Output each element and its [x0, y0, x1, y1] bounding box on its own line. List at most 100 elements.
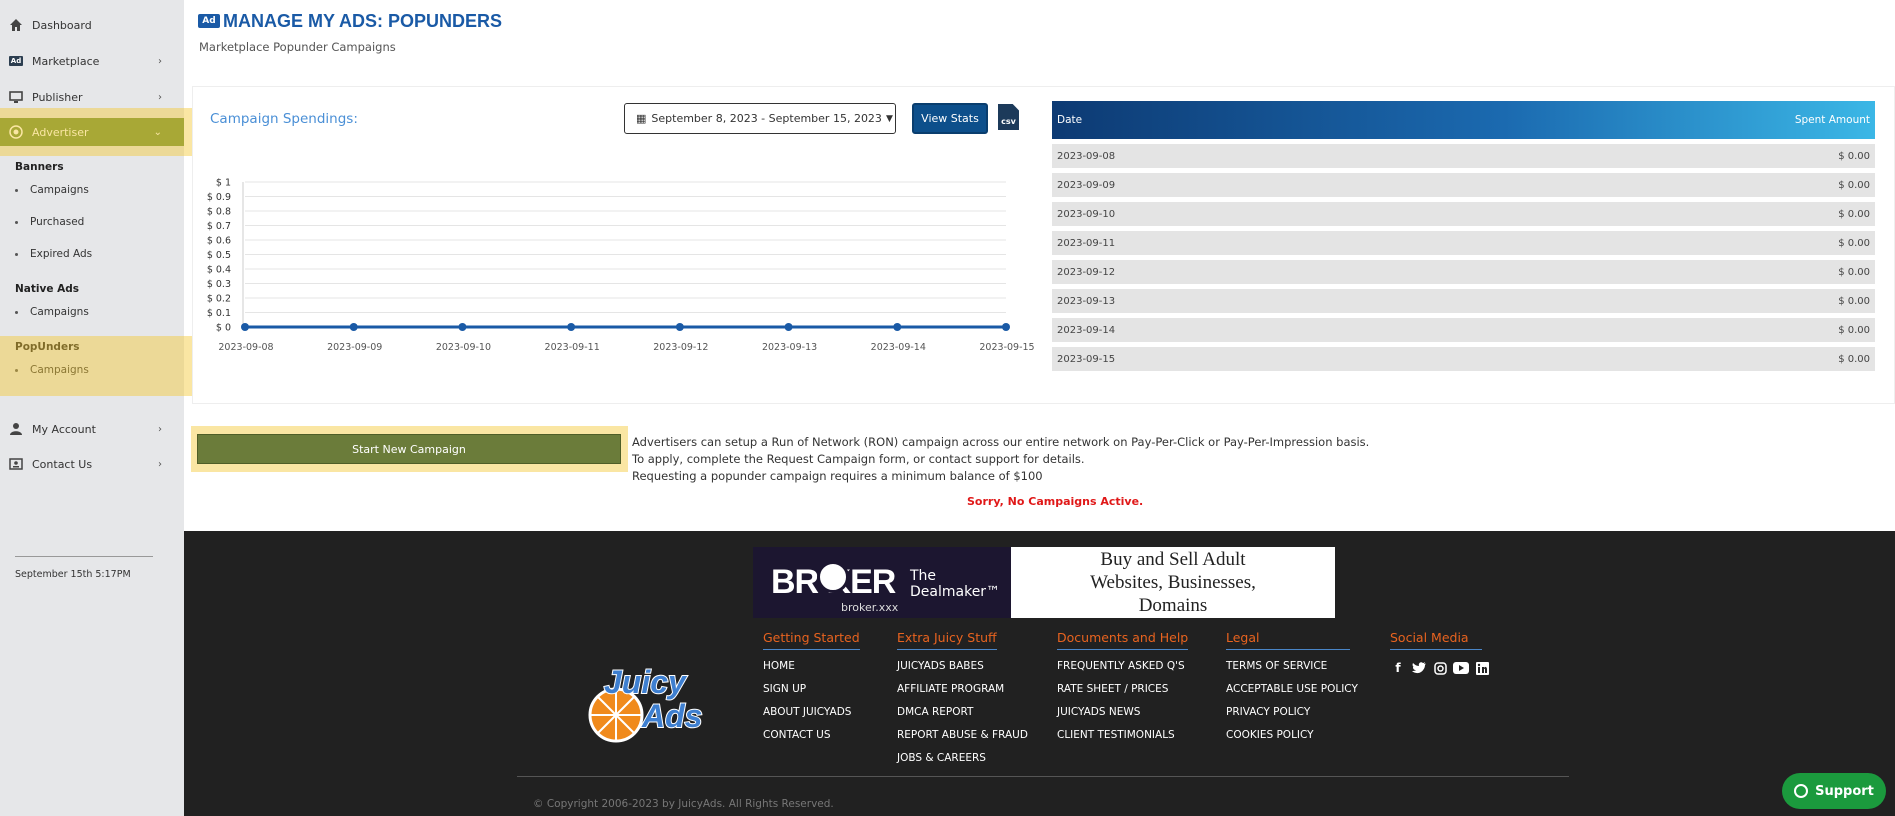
- footer-link[interactable]: JUICYADS NEWS: [1057, 705, 1188, 728]
- nav-label: Marketplace: [32, 54, 100, 68]
- date-range-picker[interactable]: ▦ September 8, 2023 - September 15, 2023…: [624, 103, 896, 134]
- footer-link[interactable]: JOBS & CAREERS: [897, 751, 1028, 774]
- social-links: f: [1390, 660, 1490, 676]
- sub-banners-campaigns[interactable]: Campaigns: [15, 184, 89, 196]
- svg-text:Ads: Ads: [641, 698, 702, 734]
- y-tick-label: $ 0.5: [207, 250, 231, 261]
- y-tick-label: $ 0.9: [207, 192, 231, 203]
- row-date: 2023-09-11: [1057, 237, 1116, 249]
- sub-native-campaigns[interactable]: Campaigns: [15, 306, 89, 318]
- row-amount: $ 0.00: [1838, 179, 1870, 191]
- nav-marketplace[interactable]: Ad Marketplace ›: [0, 47, 184, 75]
- x-tick-label: 2023-09-10: [436, 342, 491, 353]
- footer-link[interactable]: HOME: [763, 659, 860, 682]
- table-row: 2023-09-12 $ 0.00: [1052, 260, 1875, 284]
- footer-link[interactable]: JUICYADS BABES: [897, 659, 1028, 682]
- bullet-icon: [15, 252, 18, 256]
- data-point: [893, 323, 902, 331]
- footer-link[interactable]: SIGN UP: [763, 682, 860, 705]
- section-banners: Banners: [15, 161, 64, 173]
- footer-col-title: Legal: [1226, 630, 1350, 650]
- row-date: 2023-09-10: [1057, 208, 1116, 220]
- home-icon: [8, 17, 24, 33]
- view-stats-button[interactable]: View Stats: [912, 103, 988, 134]
- table-row: 2023-09-14 $ 0.00: [1052, 318, 1875, 342]
- footer-col-docs-help: Documents and Help FREQUENTLY ASKED Q'S …: [1057, 627, 1189, 751]
- y-tick-label: $ 0.7: [207, 221, 231, 232]
- footer-link[interactable]: AFFILIATE PROGRAM: [897, 682, 1028, 705]
- row-date: 2023-09-08: [1057, 150, 1116, 162]
- page-subtitle: Marketplace Popunder Campaigns: [199, 40, 396, 54]
- support-chat-button[interactable]: Support: [1782, 773, 1886, 809]
- sidebar: Dashboard Ad Marketplace › Publisher › A…: [0, 0, 184, 816]
- data-point: [675, 323, 684, 331]
- contact-icon: [8, 456, 24, 472]
- banner-headline-text: Buy and Sell Adult Websites, Businesses,…: [1090, 549, 1256, 616]
- data-point: [567, 323, 576, 331]
- nav-my-account[interactable]: My Account ›: [0, 415, 184, 443]
- csv-download-icon[interactable]: csv: [998, 104, 1019, 130]
- footer-link[interactable]: CLIENT TESTIMONIALS: [1057, 728, 1188, 751]
- bullet-icon: [15, 220, 18, 224]
- footer-link[interactable]: PRIVACY POLICY: [1226, 705, 1358, 728]
- header-date: Date: [1057, 114, 1083, 126]
- chevron-right-icon: ›: [158, 423, 162, 435]
- nav-label: Publisher: [32, 90, 83, 104]
- sub-label: Campaigns: [30, 184, 89, 196]
- linkedin-icon[interactable]: [1474, 660, 1490, 676]
- nav-contact-us[interactable]: Contact Us ›: [0, 450, 184, 478]
- footer-col-social: Social Media f: [1390, 627, 1490, 676]
- footer-divider: [517, 776, 1569, 777]
- spendings-chart: $ 0 $ 0.1 $ 0.2 $ 0.3 $ 0.4 $ 0.5 $ 0.6 $ 0.7 $ …: [207, 178, 1035, 354]
- banner-brand-panel: BR KER The Dealmaker™ broker.xxx: [753, 547, 1011, 618]
- footer-link[interactable]: COOKIES POLICY: [1226, 728, 1358, 751]
- facebook-icon[interactable]: f: [1390, 660, 1406, 676]
- instagram-icon[interactable]: [1432, 660, 1448, 676]
- target-icon: [8, 124, 24, 140]
- twitter-icon[interactable]: [1411, 660, 1427, 676]
- youtube-icon[interactable]: [1453, 660, 1469, 676]
- caret-down-icon: ▼: [885, 113, 893, 124]
- user-icon: [8, 421, 24, 437]
- broker-banner[interactable]: BR KER The Dealmaker™ broker.xxx Buy and…: [753, 547, 1335, 618]
- footer-link[interactable]: CONTACT US: [763, 728, 860, 751]
- bullet-icon: [15, 310, 18, 314]
- footer-link[interactable]: DMCA REPORT: [897, 705, 1028, 728]
- table-row: 2023-09-13 $ 0.00: [1052, 289, 1875, 313]
- y-tick-label: $ 0: [216, 323, 231, 334]
- juicyads-logo[interactable]: Juicy Ads: [578, 655, 748, 745]
- top-hat-mascot-icon: [817, 561, 849, 593]
- nav-dashboard[interactable]: Dashboard: [0, 11, 184, 39]
- sub-label: Expired Ads: [30, 248, 93, 260]
- footer-link[interactable]: TERMS OF SERVICE: [1226, 659, 1358, 682]
- footer-link[interactable]: ACCEPTABLE USE POLICY: [1226, 682, 1358, 705]
- data-point: [784, 323, 793, 331]
- y-tick-label: $ 0.4: [207, 265, 231, 276]
- start-new-campaign-button[interactable]: Start New Campaign: [197, 434, 621, 464]
- nav-label: Contact Us: [32, 457, 93, 471]
- row-amount: $ 0.00: [1838, 353, 1870, 365]
- bullet-icon: [15, 188, 18, 192]
- support-label: Support: [1815, 783, 1874, 799]
- y-tick-label: $ 0.8: [207, 207, 231, 218]
- footer-link[interactable]: ABOUT JUICYADS: [763, 705, 860, 728]
- nav-publisher[interactable]: Publisher ›: [0, 83, 184, 111]
- row-date: 2023-09-13: [1057, 295, 1116, 307]
- row-amount: $ 0.00: [1838, 150, 1870, 162]
- banner-headline: Buy and Sell Adult Websites, Businesses,…: [1011, 547, 1335, 618]
- footer-link[interactable]: REPORT ABUSE & FRAUD: [897, 728, 1028, 751]
- footer-link[interactable]: RATE SHEET / PRICES: [1057, 682, 1188, 705]
- data-point: [1002, 323, 1010, 331]
- row-amount: $ 0.00: [1838, 324, 1870, 336]
- x-tick-label: 2023-09-12: [653, 342, 708, 353]
- current-datetime: September 15th 5:17PM: [15, 569, 131, 580]
- footer-link[interactable]: FREQUENTLY ASKED Q'S: [1057, 659, 1188, 682]
- nav-label: My Account: [32, 422, 96, 436]
- nav-advertiser[interactable]: Advertiser ⌄: [0, 118, 184, 146]
- y-tick-label: $ 0.3: [207, 279, 231, 290]
- sub-banners-purchased[interactable]: Purchased: [15, 216, 84, 228]
- sub-banners-expired[interactable]: Expired Ads: [15, 248, 92, 260]
- svg-text:Juicy: Juicy: [604, 664, 688, 700]
- sub-popunders-campaigns[interactable]: Campaigns: [15, 364, 89, 376]
- chart-title: Campaign Spendings:: [210, 111, 358, 127]
